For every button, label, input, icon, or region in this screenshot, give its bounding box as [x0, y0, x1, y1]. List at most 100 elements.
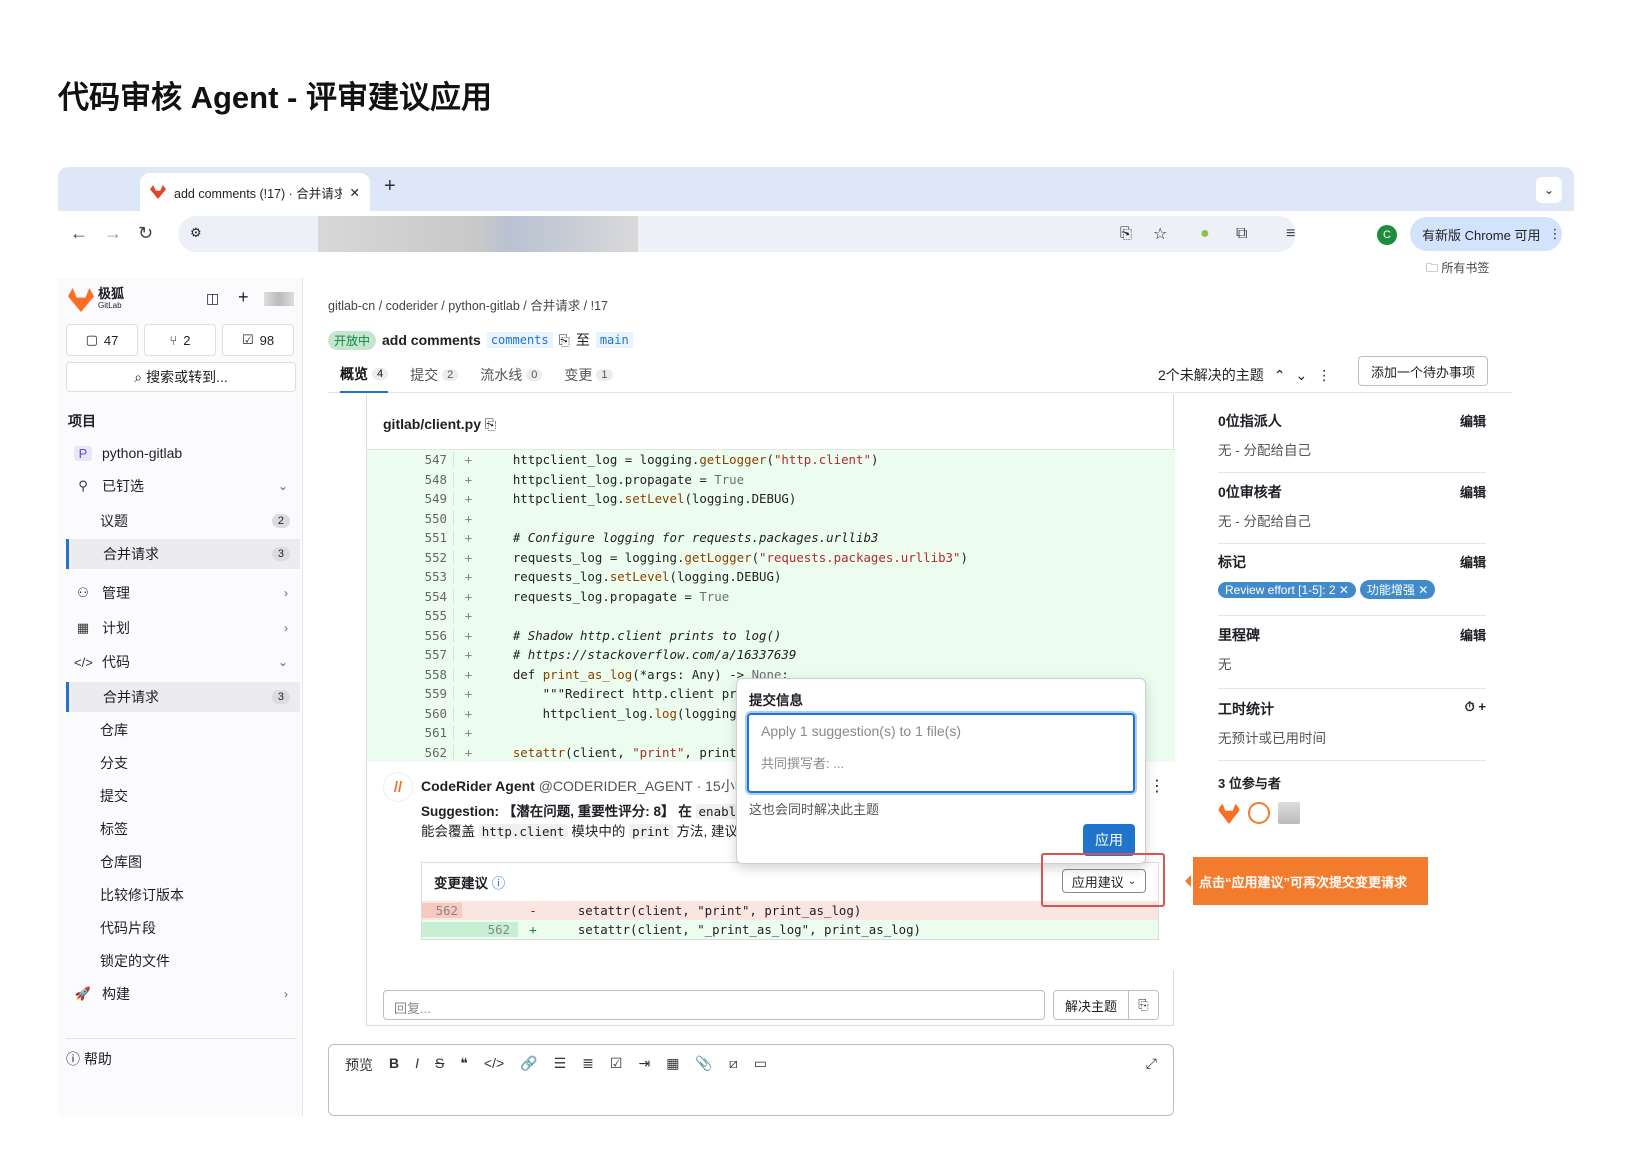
sidebar-item-compare[interactable]: 比较修订版本 [66, 880, 300, 910]
add-todo-button[interactable]: 添加一个待办事项 [1358, 356, 1488, 386]
more-icon[interactable]: ⋮ [1317, 367, 1331, 384]
media-icon[interactable]: ≡ [1286, 225, 1295, 243]
tab-overview[interactable]: 概览 4 [340, 357, 389, 393]
search-button[interactable]: ⌕ 搜索或转到... [66, 362, 296, 392]
sidebar-item-pinned[interactable]: ⚲ 已钉选 ⌄ [66, 471, 300, 501]
attach-icon[interactable]: 📎 [695, 1055, 712, 1072]
author-name[interactable]: CodeRider Agent [421, 778, 535, 794]
sidebar-item-manage[interactable]: ⚇ 管理 › [66, 578, 300, 608]
time-tracking-section: 工时统计 ⏱ + 无预计或已用时间 [1218, 699, 1486, 761]
edit-reviewers-button[interactable]: 编辑 [1460, 482, 1486, 502]
strikethrough-icon[interactable]: S [435, 1055, 444, 1071]
resolve-thread-button[interactable]: 解决主题 [1053, 990, 1129, 1020]
user-avatar[interactable] [264, 292, 294, 306]
chrome-update-button[interactable]: 有新版 Chrome 可用 ⋮ [1410, 217, 1562, 251]
label-chip[interactable]: Review effort [1-5]: 2 ✕ [1218, 582, 1356, 598]
sidebar-item-plan[interactable]: ▦ 计划 › [66, 613, 300, 643]
numbered-list-icon[interactable]: ≣ [582, 1055, 594, 1072]
chevron-down-icon[interactable]: ⌄ [1296, 367, 1308, 384]
more-icon[interactable]: ⋮ [1548, 226, 1561, 242]
indent-icon[interactable]: ⇥ [638, 1055, 650, 1072]
chevron-up-icon[interactable]: ⌃ [1274, 367, 1286, 384]
more-actions-icon[interactable]: ⋮ [1149, 776, 1165, 796]
address-bar[interactable]: ⚙ ⎘ ☆ [178, 216, 1296, 252]
all-bookmarks[interactable]: 🗀 所有书签 [1426, 259, 1489, 280]
participant-avatar[interactable] [1218, 802, 1240, 824]
browser-tab[interactable]: add comments (!17) · 合并请求 ✕ [140, 173, 370, 211]
resolve-with-issue-icon[interactable]: ⎘ [1129, 990, 1159, 1020]
tab-commits[interactable]: 提交 2 [410, 357, 459, 393]
new-tab-icon[interactable]: + [384, 175, 396, 198]
link-icon[interactable]: 🔗 [520, 1055, 537, 1072]
apply-button[interactable]: 应用 [1083, 824, 1135, 856]
sidebar-item-branches[interactable]: 分支 [66, 748, 300, 778]
tab-search-icon[interactable]: ⌄ [1536, 177, 1562, 203]
sidebar-toggle-icon[interactable]: ◫ [206, 290, 219, 307]
reload-icon[interactable]: ↻ [138, 223, 153, 244]
breadcrumb[interactable]: gitlab-cn / coderider / python-gitlab / … [328, 295, 608, 314]
sidebar-item-pinned-mrs[interactable]: 合并请求 3 [66, 539, 300, 569]
gitlab-logo-icon[interactable] [68, 288, 94, 312]
quote-icon[interactable]: ❝ [460, 1055, 468, 1072]
sidebar-item-repository[interactable]: 仓库 [66, 715, 300, 745]
issues-count[interactable]: ▢ 47 [66, 324, 138, 356]
sidebar-item-snippets[interactable]: 代码片段 [66, 913, 300, 943]
tab-pipelines[interactable]: 流水线 0 [480, 357, 543, 393]
help-circle-icon[interactable]: ⓘ [492, 876, 506, 891]
tab-changes[interactable]: 变更 1 [564, 357, 613, 393]
participant-avatar[interactable] [1248, 802, 1270, 824]
extensions-puzzle-icon[interactable]: ⧉ [1236, 225, 1247, 243]
bookmark-star-icon[interactable]: ☆ [1153, 224, 1167, 244]
sidebar-item-merge-requests[interactable]: 合并请求 3 [66, 682, 300, 712]
help-link[interactable]: ⓘ 帮助 [66, 1038, 296, 1069]
sidebar-item-code[interactable]: </> 代码 ⌄ [66, 647, 300, 677]
extension-icon[interactable]: ● [1200, 225, 1210, 243]
bold-icon[interactable]: B [389, 1055, 399, 1071]
back-icon[interactable]: ← [70, 223, 88, 244]
reply-input[interactable]: 回复... [383, 990, 1045, 1020]
preview-tab[interactable]: 预览 [345, 1055, 373, 1075]
site-info-icon[interactable]: ⚙ [190, 225, 202, 241]
mr-count[interactable]: ⑂ 2 [144, 324, 216, 356]
timer-add-icon[interactable]: ⏱ + [1465, 699, 1486, 719]
table-icon[interactable]: ▦ [666, 1055, 679, 1072]
tab-count: 0 [526, 369, 543, 381]
assignees-value[interactable]: 无 - 分配给自己 [1218, 439, 1486, 459]
participant-avatar[interactable] [1278, 802, 1300, 824]
copy-path-icon[interactable]: ⎘ [485, 416, 496, 432]
slash-command-icon[interactable]: ⧄ [729, 1055, 738, 1072]
sidebar-item-tags[interactable]: 标签 [66, 814, 300, 844]
bullet-list-icon[interactable]: ☰ [554, 1055, 567, 1072]
italic-icon[interactable]: I [415, 1055, 419, 1071]
source-branch[interactable]: comments [486, 332, 553, 348]
close-tab-icon[interactable]: ✕ [350, 185, 360, 200]
todo-count[interactable]: ☑ 98 [222, 324, 294, 356]
reviewers-value[interactable]: 无 - 分配给自己 [1218, 510, 1486, 530]
commit-message-input[interactable]: Apply 1 suggestion(s) to 1 file(s) 共同撰写者… [747, 713, 1135, 793]
fullscreen-icon[interactable]: ⤢ [1146, 1055, 1157, 1072]
task-list-icon[interactable]: ☑ [610, 1055, 623, 1072]
comment-template-icon[interactable]: ▭ [754, 1055, 767, 1072]
edit-assignees-button[interactable]: 编辑 [1460, 411, 1486, 431]
target-branch[interactable]: main [595, 332, 633, 348]
copy-icon[interactable]: ⎘ [559, 332, 570, 349]
sidebar-item-commits[interactable]: 提交 [66, 781, 300, 811]
create-new-icon[interactable]: + [238, 287, 249, 308]
forward-icon[interactable]: → [104, 223, 122, 244]
tab-strip: add comments (!17) · 合并请求 ✕ + ⌄ [58, 167, 1574, 211]
sidebar-item-locked-files[interactable]: 锁定的文件 [66, 946, 300, 976]
project-link[interactable]: Ppython-gitlab [66, 438, 300, 468]
sidebar-item-graph[interactable]: 仓库图 [66, 847, 300, 877]
profile-avatar[interactable]: C [1377, 225, 1397, 245]
brand: 极狐 GitLab [98, 287, 124, 312]
sidebar-item-build[interactable]: 🚀 构建 › [66, 979, 300, 1009]
sidebar-item-issues[interactable]: 议题 2 [66, 506, 300, 536]
help-icon: ⓘ [66, 1051, 80, 1067]
code-icon[interactable]: </> [484, 1055, 504, 1071]
coderider-avatar[interactable]: // [383, 772, 413, 802]
file-path[interactable]: gitlab/client.py [383, 416, 481, 432]
install-icon[interactable]: ⎘ [1120, 225, 1132, 242]
edit-labels-button[interactable]: 编辑 [1460, 552, 1486, 572]
edit-milestone-button[interactable]: 编辑 [1460, 625, 1486, 645]
label-chip[interactable]: 功能增强 ✕ [1359, 580, 1436, 599]
